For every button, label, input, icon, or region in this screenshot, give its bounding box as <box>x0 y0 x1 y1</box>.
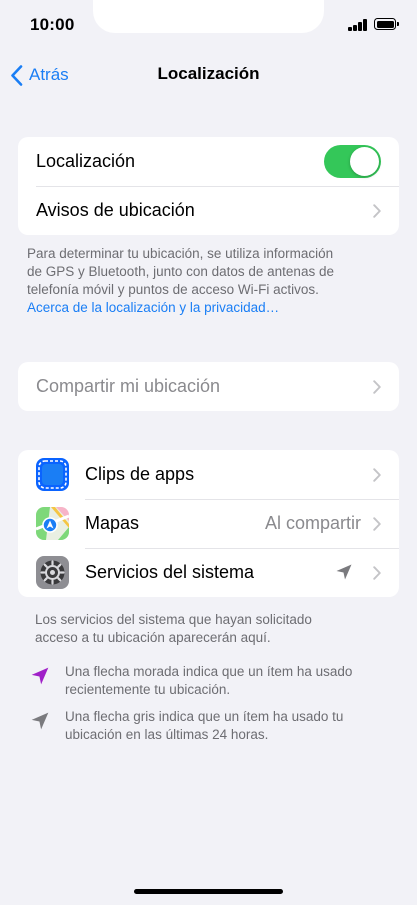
gray-location-arrow-icon <box>31 712 49 730</box>
app-clips-label: Clips de apps <box>85 464 195 484</box>
cellular-signal-icon <box>348 19 368 31</box>
location-settings-group: Localización Avisos de ubicación <box>18 137 399 235</box>
location-arrow-icon <box>336 564 352 580</box>
maps-row[interactable]: Mapas Al compartir <box>18 499 399 548</box>
status-bar: 10:00 <box>0 0 417 50</box>
location-info-footnote: Para determinar tu ubicación, se utiliza… <box>27 245 397 317</box>
navigation-bar: Atrás Localización <box>0 55 417 95</box>
share-location-group: Compartir mi ubicación <box>18 362 399 411</box>
legend-line: Una flecha morada indica que un ítem ha … <box>65 664 353 679</box>
maps-label: Mapas <box>85 513 140 533</box>
maps-value: Al compartir <box>264 513 361 533</box>
chevron-right-icon <box>373 467 381 482</box>
page-title: Localización <box>157 64 260 83</box>
legend-line: recientemente tu ubicación. <box>65 682 231 697</box>
app-clips-icon <box>36 458 69 491</box>
status-time: 10:00 <box>30 15 75 34</box>
location-alerts-row[interactable]: Avisos de ubicación <box>18 186 399 235</box>
chevron-right-icon <box>373 516 381 531</box>
system-services-footnote: Los servicios del sistema que hayan soli… <box>35 611 395 647</box>
phone-screen: 10:00 Atrás Localización Localización Av… <box>0 0 417 905</box>
chevron-right-icon <box>373 379 381 394</box>
legend-line: ubicación en las últimas 24 horas. <box>65 727 269 742</box>
share-my-location-row[interactable]: Compartir mi ubicación <box>18 362 399 411</box>
gear-icon <box>36 556 69 589</box>
privacy-link[interactable]: Acerca de la localización y la privacida… <box>27 299 397 317</box>
location-services-toggle[interactable] <box>324 145 381 178</box>
footnote-line: telefonía móvil y puntos de acceso Wi-Fi… <box>27 282 319 297</box>
footnote-line: Los servicios del sistema que hayan soli… <box>35 612 312 627</box>
home-indicator[interactable] <box>134 889 283 894</box>
notch <box>93 0 324 33</box>
legend-line: Una flecha gris indica que un ítem ha us… <box>65 709 344 724</box>
footnote-line: de GPS y Bluetooth, junto con datos de a… <box>27 264 334 279</box>
toggle-knob <box>350 147 379 176</box>
location-services-row: Localización <box>18 137 399 186</box>
footnote-line: Para determinar tu ubicación, se utiliza… <box>27 246 334 261</box>
gray-arrow-legend-text: Una flecha gris indica que un ítem ha us… <box>65 708 395 744</box>
app-clips-row[interactable]: Clips de apps <box>18 450 399 499</box>
chevron-right-icon <box>373 203 381 218</box>
purple-location-arrow-icon <box>31 667 49 685</box>
apps-location-group: Clips de apps Mapas Al compartir Servici… <box>18 450 399 597</box>
share-my-location-label: Compartir mi ubicación <box>36 376 221 396</box>
system-services-row[interactable]: Servicios del sistema <box>18 548 399 597</box>
battery-icon <box>374 18 399 30</box>
footnote-line: acceso a tu ubicación aparecerán aquí. <box>35 630 271 645</box>
chevron-right-icon <box>373 565 381 580</box>
location-services-label: Localización <box>36 151 136 171</box>
maps-icon <box>36 507 69 540</box>
system-services-label: Servicios del sistema <box>85 562 255 582</box>
purple-arrow-legend-text: Una flecha morada indica que un ítem ha … <box>65 663 395 699</box>
location-alerts-label: Avisos de ubicación <box>36 200 195 220</box>
